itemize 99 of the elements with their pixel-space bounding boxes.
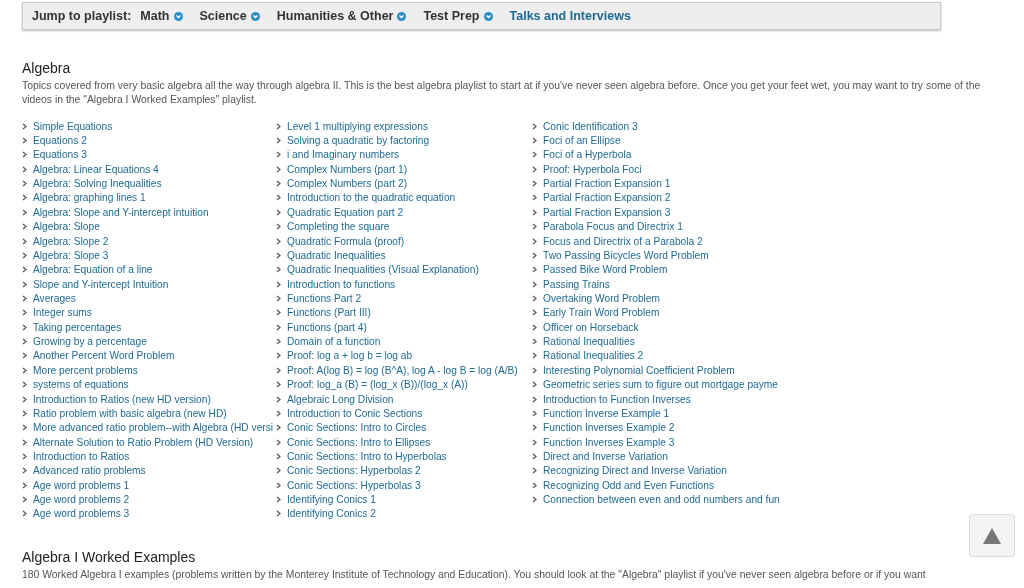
video-link[interactable]: Recognizing Odd and Even Functions: [543, 478, 715, 492]
video-link[interactable]: Functions (part 4): [287, 320, 367, 334]
video-link[interactable]: Algebra: Slope: [33, 220, 100, 234]
video-link[interactable]: Equations 2: [33, 134, 87, 148]
video-link[interactable]: Complex Numbers (part 1): [287, 162, 408, 176]
video-link[interactable]: i and Imaginary numbers: [287, 148, 400, 162]
video-link[interactable]: Identifying Conics 2: [287, 507, 376, 521]
video-link[interactable]: Complex Numbers (part 2): [287, 177, 408, 191]
section-title: Algebra: [22, 60, 72, 76]
video-link[interactable]: Functions (Part III): [287, 306, 371, 320]
video-link[interactable]: Algebra: Equation of a line: [33, 263, 153, 277]
video-link[interactable]: systems of equations: [33, 378, 129, 392]
video-link[interactable]: Averages: [33, 292, 76, 305]
video-link[interactable]: Algebra: Slope 2: [33, 234, 109, 248]
video-link[interactable]: Growing by a percentage: [33, 335, 147, 349]
video-link[interactable]: Partial Fraction Expansion 1: [543, 177, 671, 191]
video-link[interactable]: Geometric series sum to figure out mortgage payme: [543, 378, 778, 392]
dropdown-icon: [397, 11, 407, 21]
video-link[interactable]: Identifying Conics 1: [287, 493, 376, 506]
dropdown-icon: [173, 11, 183, 21]
video-link[interactable]: Introduction to functions: [287, 277, 396, 291]
video-link[interactable]: Conic Sections: Hyperbolas 2: [287, 464, 421, 478]
video-link[interactable]: Introduction to Ratios: [33, 449, 130, 463]
video-link[interactable]: Equations 3: [33, 148, 87, 162]
video-link[interactable]: Algebra: graphing lines 1: [33, 191, 146, 205]
video-link[interactable]: Proof: log a + log b = log ab: [287, 349, 413, 363]
video-link[interactable]: Overtaking Word Problem: [543, 292, 660, 305]
video-link[interactable]: More advanced ratio problem--with Algebra (HD versi: [33, 421, 274, 435]
video-link[interactable]: Slope and Y-intercept Intuition: [33, 277, 169, 291]
section-title: Algebra I Worked Examples: [22, 549, 197, 566]
video-link[interactable]: Proof: Hyperbola Foci: [543, 162, 642, 176]
video-link[interactable]: Introduction to Conic Sections: [287, 406, 423, 420]
video-link[interactable]: Quadratic Equation part 2: [287, 205, 404, 219]
video-link[interactable]: Introduction to Ratios (new HD version): [33, 392, 211, 406]
section-description: 180 Worked Algebra I examples (problems written by the Monterey Institute of Technology and Education). You should look at the "Algebra" playlist if you've never seen algebra before or if you want: [22, 568, 927, 583]
video-link[interactable]: Partial Fraction Expansion 2: [543, 191, 671, 205]
video-link[interactable]: Recognizing Direct and Inverse Variation: [543, 464, 727, 478]
video-link[interactable]: Passing Trains: [543, 277, 610, 291]
video-link[interactable]: Quadratic Inequalities (Visual Explanation): [287, 263, 479, 277]
section-description: Topics covered from very basic algebra all the way through algebra II. This is the best algebra playlist to start at if you've never seen algebra before. Once you get your feet wet, you may want to try some of the videos in the "Algebra I Worked Examples" playlist.: [22, 79, 982, 107]
video-link[interactable]: Completing the square: [287, 220, 390, 234]
video-link[interactable]: Conic Sections: Hyperbolas 3: [287, 478, 421, 492]
video-link[interactable]: Function Inverses Example 3: [543, 435, 675, 449]
video-link[interactable]: Conic Sections: Intro to Circles: [287, 421, 427, 435]
video-link[interactable]: Age word problems 1: [33, 478, 130, 492]
video-link[interactable]: Introduction to Function Inverses: [543, 392, 691, 406]
video-link[interactable]: Solving a quadratic by factoring: [287, 134, 430, 148]
up-triangle-icon: [983, 527, 1001, 544]
playlist-menu[interactable]: Test Prep: [423, 9, 493, 23]
video-link[interactable]: Function Inverses Example 2: [543, 421, 675, 435]
video-link[interactable]: Conic Identification 3: [543, 119, 638, 133]
playlist-link[interactable]: Talks and Interviews: [509, 9, 631, 23]
video-link[interactable]: Focus and Directrix of a Parabola 2: [543, 234, 703, 248]
video-link[interactable]: Algebra: Slope and Y-intercept intuition: [33, 205, 209, 219]
video-link[interactable]: Early Train Word Problem: [543, 306, 660, 320]
video-link[interactable]: Another Percent Word Problem: [33, 349, 175, 363]
video-link[interactable]: Partial Fraction Expansion 3: [543, 205, 671, 219]
video-link[interactable]: Ratio problem with basic algebra (new HD): [33, 406, 227, 420]
video-link[interactable]: Functions Part 2: [287, 292, 362, 305]
video-link[interactable]: Simple Equations: [33, 119, 113, 133]
video-link[interactable]: Alternate Solution to Ratio Problem (HD Version): [33, 435, 254, 449]
video-link[interactable]: Algebra: Slope 3: [33, 248, 109, 262]
video-link[interactable]: Domain of a function: [287, 335, 381, 349]
video-link[interactable]: Advanced ratio problems: [33, 464, 146, 478]
dropdown-icon: [250, 11, 260, 21]
video-link[interactable]: Two Passing Bicycles Word Problem: [543, 248, 709, 262]
video-link[interactable]: Conic Sections: Intro to Hyperbolas: [287, 449, 447, 463]
video-link[interactable]: Level 1 multiplying expressions: [287, 119, 428, 133]
video-link[interactable]: Proof: log_a (B) = (log_x (B))/(log_x (A)): [287, 378, 468, 392]
playlist-menu[interactable]: Humanities & Other: [276, 9, 407, 23]
video-link[interactable]: Quadratic Formula (proof): [287, 234, 405, 248]
video-link[interactable]: Function Inverse Example 1: [543, 406, 670, 420]
playlist-menu[interactable]: Science: [199, 9, 260, 23]
video-link[interactable]: Rational Inequalities 2: [543, 349, 644, 363]
playlist-menu[interactable]: Math: [140, 9, 183, 23]
video-link[interactable]: Conic Sections: Intro to Ellipses: [287, 435, 431, 449]
video-link[interactable]: Officer on Horseback: [543, 320, 639, 334]
dropdown-icon: [483, 11, 493, 21]
video-link[interactable]: Foci of an Ellipse: [543, 134, 621, 148]
video-link[interactable]: Connection between even and odd numbers and fun: [543, 493, 780, 506]
video-link[interactable]: Algebra: Solving Inequalities: [33, 177, 162, 191]
nav-label: Jump to playlist:: [32, 9, 132, 23]
video-link[interactable]: Rational Inequalities: [543, 335, 635, 349]
video-link[interactable]: Algebraic Long Division: [287, 392, 394, 406]
back-to-top-button[interactable]: [969, 514, 1015, 557]
video-link[interactable]: Algebra: Linear Equations 4: [33, 162, 159, 176]
video-link[interactable]: Proof: A(log B) = log (B^A), log A - log B = log (A/B): [287, 363, 518, 377]
video-link[interactable]: Direct and Inverse Variation: [543, 449, 668, 463]
video-link[interactable]: Foci of a Hyperbola: [543, 148, 632, 162]
video-link[interactable]: Integer sums: [33, 306, 92, 320]
video-link[interactable]: Parabola Focus and Directrix 1: [543, 220, 683, 234]
video-link[interactable]: Interesting Polynomial Coefficient Problem: [543, 363, 735, 377]
video-link[interactable]: Passed Bike Word Problem: [543, 263, 668, 277]
video-link[interactable]: Age word problems 3: [33, 507, 130, 521]
video-link[interactable]: Age word problems 2: [33, 493, 130, 506]
video-link[interactable]: Taking percentages: [33, 320, 122, 334]
video-link[interactable]: Introduction to the quadratic equation: [287, 191, 456, 205]
video-link[interactable]: More percent problems: [33, 363, 138, 377]
video-link[interactable]: Quadratic Inequalities: [287, 248, 386, 262]
